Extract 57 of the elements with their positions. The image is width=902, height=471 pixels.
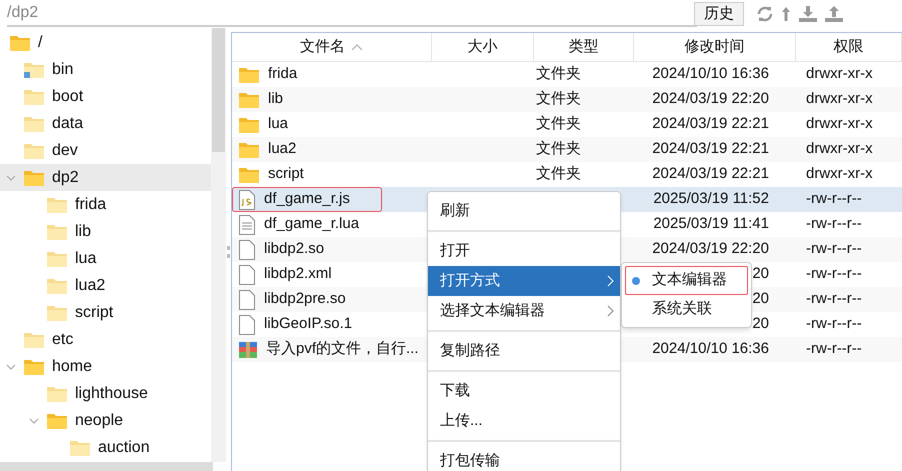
modified-cell-text: 2025/03/19 11:41 [653,214,769,234]
tree-label: auction [98,438,150,458]
file-name: script [232,162,311,187]
tree-label: bin [52,60,74,80]
tree-label: neople [75,410,124,430]
permissions-cell: -rw-r--r-- [806,290,862,308]
tree-label: boot [52,86,84,106]
permissions-cell: -rw-r--r-- [806,265,862,282]
tree-label: frida [75,194,106,214]
tree-label: lighthouse [75,384,148,404]
permissions-cell: -rw-r--r-- [806,190,862,208]
tree-label: lua [75,248,96,268]
tree-label: script [75,302,114,322]
modified-cell-text: 20 [752,264,769,284]
modified-cell-text: 2024/03/19 22:20 [652,89,769,110]
permissions-cell: drwxr-xr-x [806,140,873,158]
tree-label: dp2 [52,168,79,188]
type-cell: 文件夹 [536,140,581,158]
file-name: df_game_r.lua [232,212,366,237]
tree-label: home [52,356,92,376]
file-name: libdp2pre.so [232,287,353,312]
permissions-cell: drwxr-xr-x [806,90,873,108]
file-name: lua [232,112,296,137]
file-name: lib [232,87,290,112]
modified-cell-text: 2024/03/19 22:21 [652,164,769,184]
permissions-cell: drwxr-xr-x [806,65,873,82]
permissions-cell: drwxr-xr-x [806,115,873,132]
type-cell: 文件夹 [536,115,581,132]
type-cell: 文件夹 [536,165,581,182]
modified-cell-text: 20 [752,289,769,310]
permissions-cell: -rw-r--r-- [806,240,862,258]
file-name: frida [232,62,304,87]
file-name: libdp2.so [232,237,332,262]
modified-cell-text: 20 [752,314,769,334]
file-name: libGeoIP.so.1 [232,312,360,337]
type-cell: 文件夹 [536,65,581,82]
modified-cell-text: 2024/03/19 22:21 [652,114,769,134]
permissions-cell: -rw-r--r-- [806,215,862,232]
tree-label: lua2 [75,276,106,296]
modified-cell-text: 2024/10/10 16:36 [652,339,769,360]
modified-cell-text: 2024/03/19 22:21 [652,139,769,160]
file-name: df_game_r.js [232,187,382,212]
file-name: libdp2.xml [232,262,339,287]
permissions-cell: -rw-r--r-- [806,315,862,332]
tree-label: / [38,32,42,52]
modified-cell-text: 2024/10/10 16:36 [652,64,769,84]
permissions-cell: -rw-r--r-- [806,340,862,358]
permissions-cell: drwxr-xr-x [806,165,873,182]
modified-cell-text: 2024/03/19 22:20 [652,239,769,260]
tree-label: etc [52,330,74,350]
tree-label: lib [75,222,92,242]
tree-label: dev [52,140,78,160]
modified-cell-text: 2025/03/19 11:52 [653,189,769,210]
tree-label: data [52,114,84,134]
file-name: lua2 [232,137,304,162]
type-cell: 文件夹 [536,90,581,108]
file-name: 导入pvf的文件，自行... [232,337,426,362]
